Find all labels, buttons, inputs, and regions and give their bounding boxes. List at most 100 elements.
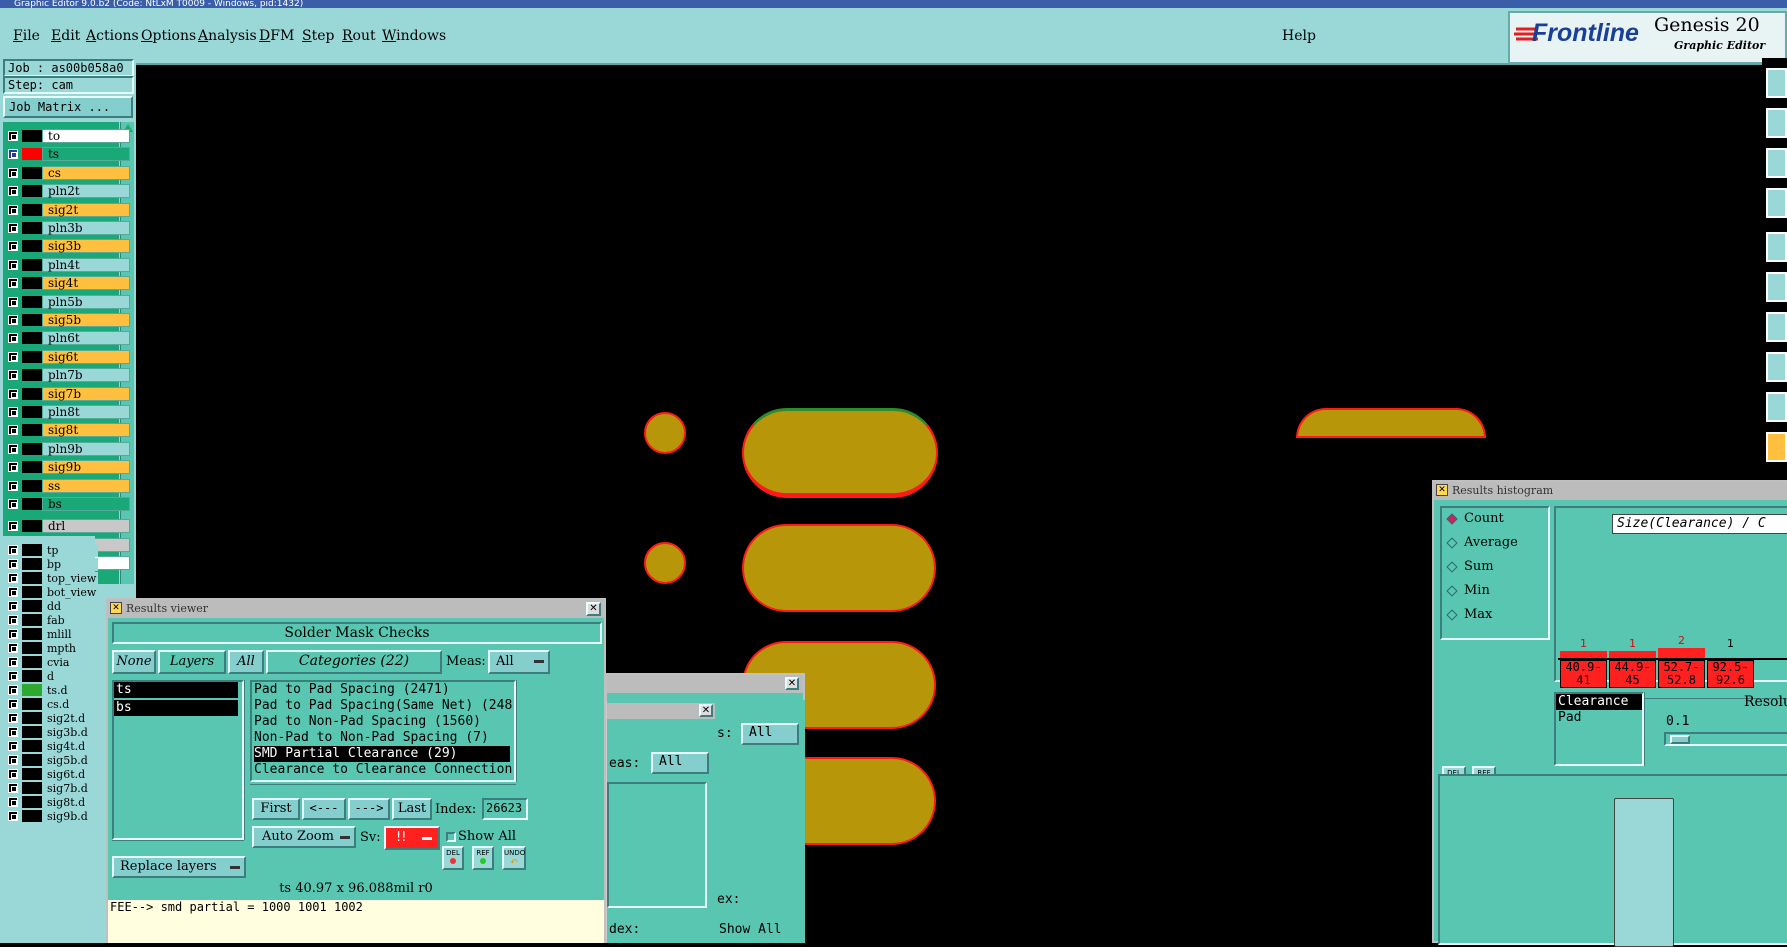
- layer-checkbox[interactable]: [8, 223, 18, 233]
- option-average[interactable]: Average: [1442, 532, 1548, 556]
- layer-name[interactable]: cvia: [42, 656, 98, 669]
- layer-name[interactable]: sig9b: [42, 460, 130, 475]
- rotate-icon[interactable]: [1766, 188, 1787, 218]
- layer-checkbox[interactable]: [8, 351, 18, 362]
- layer-color-swatch[interactable]: [22, 698, 42, 710]
- radio-diamond-icon[interactable]: [1446, 561, 1458, 573]
- menu-step[interactable]: Step: [302, 28, 334, 44]
- layer-name[interactable]: d: [42, 670, 98, 683]
- all-button[interactable]: All: [228, 650, 264, 674]
- layer-color-swatch[interactable]: [22, 130, 42, 142]
- misc-layer-row[interactable]: bp: [6, 557, 98, 571]
- layer-color-swatch[interactable]: [22, 314, 42, 326]
- menu-windows[interactable]: Windows: [382, 28, 446, 44]
- radio-diamond-icon[interactable]: [1446, 585, 1458, 597]
- layer-color-swatch[interactable]: [22, 670, 42, 682]
- menu-analysis[interactable]: Analysis: [198, 28, 257, 44]
- menu-file[interactable]: File: [13, 28, 40, 44]
- meas-select[interactable]: All: [488, 650, 550, 674]
- layer-checkbox[interactable]: [8, 797, 18, 807]
- layer-name[interactable]: mpth: [42, 642, 98, 655]
- layer-checkbox[interactable]: [8, 769, 18, 779]
- option-count[interactable]: Count: [1442, 508, 1548, 532]
- layer-checkbox[interactable]: [8, 149, 18, 160]
- layer-color-swatch[interactable]: [22, 442, 42, 455]
- misc-layer-row[interactable]: sig6t.d: [6, 767, 98, 781]
- layer-name[interactable]: sig5b: [42, 313, 130, 327]
- layer-color-swatch[interactable]: [22, 498, 42, 510]
- layer-name[interactable]: pln7b: [42, 368, 130, 383]
- layer-name[interactable]: cs.d: [42, 698, 98, 711]
- window-menu-icon[interactable]: ✕: [110, 602, 122, 614]
- layer-row-pln3b[interactable]: pln3b: [6, 220, 130, 236]
- layer-color-swatch[interactable]: [22, 572, 42, 584]
- category-item[interactable]: Pad to Non-Pad Spacing (1560): [254, 714, 514, 730]
- resize-icon[interactable]: [1766, 148, 1787, 178]
- layer-checkbox[interactable]: [8, 278, 18, 289]
- layer-name[interactable]: pln2t: [42, 184, 130, 199]
- layer-row-drl[interactable]: drl: [6, 518, 130, 534]
- layer-row-to[interactable]: to: [6, 128, 130, 144]
- radio-diamond-icon[interactable]: [1446, 609, 1458, 621]
- layers-tab[interactable]: Layers: [158, 650, 226, 674]
- layer-color-swatch[interactable]: [22, 479, 42, 492]
- layer-name[interactable]: bp: [42, 558, 98, 571]
- menu-edit[interactable]: Edit: [51, 28, 80, 44]
- layer-color-swatch[interactable]: [22, 387, 42, 400]
- layer-color-swatch[interactable]: [22, 461, 42, 474]
- ref-button[interactable]: REF: [472, 846, 494, 870]
- layer-color-swatch[interactable]: [22, 240, 42, 253]
- layer-name[interactable]: sig5b.d: [42, 754, 98, 767]
- layer-checkbox[interactable]: [8, 259, 18, 270]
- select-icon[interactable]: [1766, 352, 1787, 382]
- layer-color-swatch[interactable]: [22, 277, 42, 290]
- layer-checkbox[interactable]: [8, 573, 18, 583]
- layer-name[interactable]: pln6t: [42, 331, 130, 346]
- layer-checkbox[interactable]: [8, 587, 18, 597]
- layer-checkbox[interactable]: [8, 443, 18, 454]
- layer-color-swatch[interactable]: [22, 782, 42, 794]
- layer-color-swatch[interactable]: [22, 810, 42, 822]
- layer-row-cs[interactable]: cs: [6, 165, 130, 181]
- histogram-bar[interactable]: [1609, 651, 1656, 658]
- category-hscroll[interactable]: [250, 784, 516, 794]
- layer-name[interactable]: sig6t.d: [42, 768, 98, 781]
- layer-color-swatch[interactable]: [22, 614, 42, 626]
- menu-rout[interactable]: Rout: [342, 28, 376, 44]
- misc-layer-row[interactable]: sig8t.d: [6, 795, 98, 809]
- category-list[interactable]: Pad to Pad Spacing (2471) Pad to Pad Spac…: [250, 680, 516, 782]
- layer-color-swatch[interactable]: [22, 712, 42, 724]
- categories-tab[interactable]: Categories (22): [266, 650, 442, 674]
- layer-checkbox[interactable]: [8, 167, 18, 178]
- category-item[interactable]: Pad to Pad Spacing (2471): [254, 682, 514, 698]
- pad-icon[interactable]: [1766, 232, 1787, 262]
- layer-color-swatch[interactable]: [22, 148, 42, 161]
- layer-color-swatch[interactable]: [22, 424, 42, 437]
- histogram-list-item-selected[interactable]: Clearance: [1556, 694, 1642, 710]
- layer-checkbox[interactable]: [8, 755, 18, 765]
- none-button[interactable]: None: [112, 650, 156, 674]
- layer-checkbox[interactable]: [8, 559, 18, 569]
- layer-checkbox[interactable]: [8, 425, 18, 436]
- layer-row-sig2t[interactable]: sig2t: [6, 202, 130, 218]
- layer-row-pln9b[interactable]: pln9b: [6, 441, 130, 457]
- layer-name[interactable]: sig8t: [42, 423, 130, 438]
- misc-layer-row[interactable]: mlill: [6, 627, 98, 641]
- misc-layer-row[interactable]: sig7b.d: [6, 781, 98, 795]
- layer-row-ts[interactable]: ts: [6, 146, 130, 162]
- layer-list-hscroll[interactable]: [112, 840, 244, 852]
- layer-name[interactable]: sig6t: [42, 349, 130, 364]
- layer-color-swatch[interactable]: [22, 586, 42, 598]
- misc-layer-row[interactable]: sig4t.d: [6, 739, 98, 753]
- category-item[interactable]: Pad to Pad Spacing(Same Net) (248: [254, 698, 514, 714]
- layer-color-swatch[interactable]: [22, 656, 42, 668]
- layer-checkbox[interactable]: [8, 671, 18, 681]
- misc-layer-row[interactable]: mpth: [6, 641, 98, 655]
- severity-select[interactable]: !!: [384, 826, 440, 850]
- layer-name[interactable]: bs: [42, 497, 130, 511]
- index-input[interactable]: 26623: [482, 798, 528, 820]
- layer-name[interactable]: pln5b: [42, 294, 130, 309]
- layer-row-sig3b[interactable]: sig3b: [6, 238, 130, 254]
- layer-checkbox[interactable]: [8, 204, 18, 215]
- misc-layer-row[interactable]: top_view: [6, 571, 98, 585]
